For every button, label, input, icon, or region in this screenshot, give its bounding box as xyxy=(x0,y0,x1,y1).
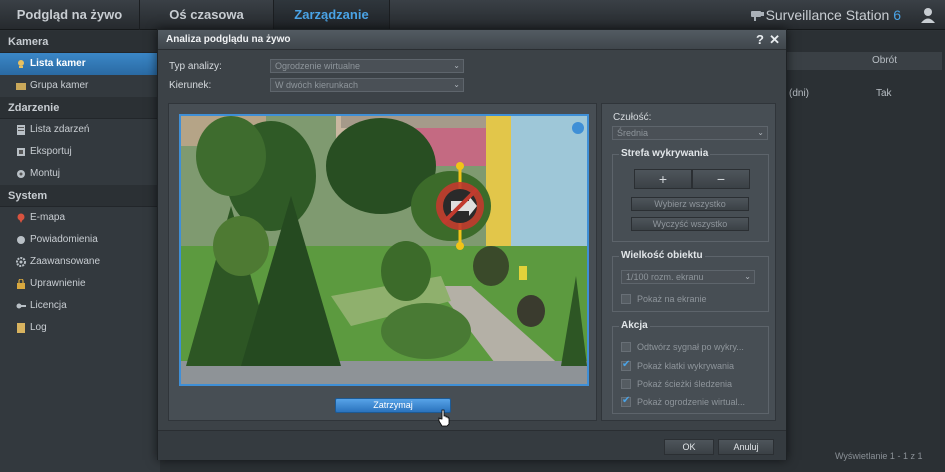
checkbox-checked[interactable] xyxy=(621,395,631,407)
sensitivity-label: Czułość: xyxy=(613,112,652,123)
sidebar-item-label: Log xyxy=(30,322,47,333)
analysis-type-label: Typ analizy: xyxy=(169,61,222,72)
stop-button[interactable]: Zatrzymaj xyxy=(335,398,451,413)
camera-icon xyxy=(18,60,24,68)
tab-management[interactable]: Zarządzanie xyxy=(274,0,390,30)
gear-icon xyxy=(16,257,26,267)
sidebar-item-emap[interactable]: E-mapa xyxy=(0,207,160,229)
remove-zone-button[interactable]: − xyxy=(692,169,750,189)
show-on-screen-label: Pokaż na ekranie xyxy=(637,294,707,304)
checkbox-checked[interactable] xyxy=(621,359,631,371)
camera-group-icon xyxy=(16,83,26,90)
brand-version: 6 xyxy=(893,7,901,23)
cancel-button[interactable]: Anuluj xyxy=(718,439,774,455)
sidebar-item-camera-list[interactable]: Lista kamer xyxy=(0,53,160,75)
sidebar-item-label: Montuj xyxy=(30,168,61,179)
table-cell-yes: Tak xyxy=(876,88,892,99)
dialog-footer: OK Anuluj xyxy=(158,430,786,460)
sensitivity-value: Średnia xyxy=(617,128,649,138)
camera-scene-image xyxy=(181,116,587,384)
sidebar-item-label: Lista kamer xyxy=(30,58,86,69)
live-video-preview[interactable] xyxy=(179,114,589,386)
list-icon xyxy=(17,125,25,135)
sidebar-item-advanced[interactable]: Zaawansowane xyxy=(0,251,160,273)
ok-button[interactable]: OK xyxy=(664,439,714,455)
brand-name: Surveillance Station xyxy=(765,7,890,23)
sidebar-item-label: Zaawansowane xyxy=(30,256,101,267)
table-cell-days: (dni) xyxy=(789,88,810,99)
action-group: Akcja Odtwórz sygnał po wykry... Pokaż k… xyxy=(612,320,769,414)
sensitivity-select[interactable]: Średnia ⌄ xyxy=(612,126,768,140)
detection-zone-title: Strefa wykrywania xyxy=(619,148,711,159)
key-icon xyxy=(16,303,26,309)
clear-all-button[interactable]: Wyczyść wszystko xyxy=(631,217,749,231)
mount-icon xyxy=(17,170,25,178)
object-size-select[interactable]: 1/100 rozm. ekranu ⌄ xyxy=(621,270,755,284)
table-header xyxy=(785,52,942,70)
action-title: Akcja xyxy=(619,320,650,331)
chevron-down-icon: ⌄ xyxy=(453,61,460,70)
object-size-title: Wielkość obiektu xyxy=(619,250,705,261)
notification-icon xyxy=(17,236,25,244)
direction-select[interactable]: W dwóch kierunkach ⌄ xyxy=(270,78,464,92)
action-item-label: Pokaż ścieżki śledzenia xyxy=(637,379,733,389)
help-icon[interactable]: ? xyxy=(756,32,764,47)
sidebar-item-label: Licencja xyxy=(30,300,67,311)
sidebar-item-label: Powiadomienia xyxy=(30,234,98,245)
sidebar-item-event-list[interactable]: Lista zdarzeń xyxy=(0,119,160,141)
sidebar-item-label: Grupa kamer xyxy=(30,80,89,91)
sidebar-item-permissions[interactable]: Uprawnienie xyxy=(0,273,160,295)
action-item-label: Pokaż ogrodzenie wirtual... xyxy=(637,397,746,407)
settings-panel: Czułość: Średnia ⌄ Strefa wykrywania + −… xyxy=(601,103,776,421)
log-icon xyxy=(17,323,25,333)
lock-icon xyxy=(17,279,25,289)
sidebar-item-export[interactable]: Eksportuj xyxy=(0,141,160,163)
analysis-type-value: Ogrodzenie wirtualne xyxy=(275,61,361,71)
live-analysis-dialog: Analiza podglądu na żywo ? ✕ Typ analizy… xyxy=(157,29,787,460)
checkbox[interactable] xyxy=(621,342,631,352)
video-panel: Zatrzymaj xyxy=(168,103,597,427)
sidebar-item-label: Lista zdarzeń xyxy=(30,124,90,135)
add-zone-button[interactable]: + xyxy=(634,169,692,189)
sidebar-section-event: Zdarzenie xyxy=(0,97,160,119)
close-icon[interactable]: ✕ xyxy=(769,32,780,48)
sidebar-item-mount[interactable]: Montuj xyxy=(0,163,160,185)
sidebar-item-label: Eksportuj xyxy=(30,146,72,157)
chevron-down-icon: ⌄ xyxy=(757,128,764,137)
checkbox[interactable] xyxy=(621,294,631,304)
sidebar-item-camera-group[interactable]: Grupa kamer xyxy=(0,75,160,97)
sidebar-item-label: Uprawnienie xyxy=(30,278,86,289)
top-bar: Podgląd na żywo Oś czasowa Zarządzanie S… xyxy=(0,0,945,30)
sidebar-section-camera: Kamera xyxy=(0,31,160,53)
tab-live-view[interactable]: Podgląd na żywo xyxy=(0,0,140,30)
pagination-info: Wyświetlanie 1 - 1 z 1 xyxy=(835,451,923,461)
direction-label: Kierunek: xyxy=(169,80,212,91)
export-icon xyxy=(17,148,25,156)
direction-value: W dwóch kierunkach xyxy=(275,80,359,90)
sidebar-section-system: System xyxy=(0,185,160,207)
user-icon[interactable] xyxy=(919,6,937,24)
sidebar-item-notifications[interactable]: Powiadomienia xyxy=(0,229,160,251)
sidebar: Kamera Lista kamer Grupa kamer Zdarzenie… xyxy=(0,31,160,472)
object-size-group: Wielkość obiektu 1/100 rozm. ekranu ⌄ Po… xyxy=(612,250,769,312)
sidebar-item-license[interactable]: Licencja xyxy=(0,295,160,317)
tab-timeline[interactable]: Oś czasowa xyxy=(140,0,274,30)
sidebar-item-label: E-mapa xyxy=(30,212,66,223)
detection-zone-group: Strefa wykrywania + − Wybierz wszystko W… xyxy=(612,148,769,242)
action-item-label: Odtwórz sygnał po wykry... xyxy=(637,342,744,352)
chevron-down-icon: ⌄ xyxy=(453,80,460,89)
map-pin-icon xyxy=(17,213,25,223)
brand-title: Surveillance Station 6 xyxy=(766,0,901,30)
action-item-label: Pokaż klatki wykrywania xyxy=(637,361,735,371)
dialog-title: Analiza podglądu na żywo xyxy=(158,30,786,50)
sidebar-item-log[interactable]: Log xyxy=(0,317,160,339)
select-all-button[interactable]: Wybierz wszystko xyxy=(631,197,749,211)
analysis-type-select[interactable]: Ogrodzenie wirtualne ⌄ xyxy=(270,59,464,73)
surveillance-camera-icon xyxy=(751,11,764,21)
object-size-value: 1/100 rozm. ekranu xyxy=(626,272,704,282)
hand-cursor-icon xyxy=(438,409,450,427)
checkbox[interactable] xyxy=(621,379,631,389)
chevron-down-icon: ⌄ xyxy=(744,272,751,281)
column-header-rotate: Obrót xyxy=(872,55,898,66)
